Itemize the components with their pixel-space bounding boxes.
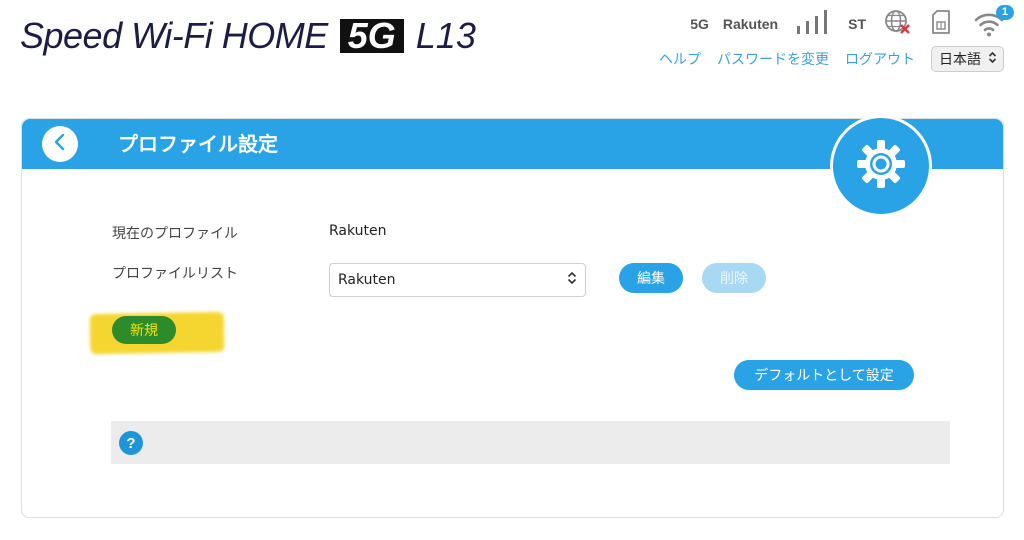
top-links: ヘルプ パスワードを変更 ログアウト 日本語 [659,46,1004,72]
profile-list-selected-value: Rakuten [338,272,396,288]
page-title: プロファイル設定 [118,132,278,156]
set-default-button[interactable]: デフォルトとして設定 [734,360,914,390]
logout-link[interactable]: ログアウト [845,49,915,69]
current-profile-label: 現在のプロファイル [112,226,238,242]
language-select[interactable]: 日本語 [931,46,1004,72]
brand-model: L13 [415,15,476,56]
chevron-updown-icon [567,271,577,289]
chevron-left-icon [53,133,67,155]
language-select-value: 日本語 [939,52,981,68]
gear-icon [855,138,907,194]
help-link[interactable]: ヘルプ [659,49,701,69]
delete-button[interactable]: 削除 [702,263,766,293]
back-button[interactable] [42,126,78,162]
sim-card-icon [932,10,950,38]
wifi-client-count-badge: 1 [995,5,1014,20]
carrier-name: Rakuten [722,16,779,32]
settings-gear-badge [830,115,932,217]
new-profile-button[interactable]: 新規 [112,316,176,344]
help-icon[interactable]: ? [119,431,143,455]
profile-list-label: プロファイルリスト [112,266,238,282]
brand-5g-badge: 5G [339,18,404,54]
profile-list-select[interactable]: Rakuten [329,263,586,297]
network-type: 5G [690,16,709,32]
signal-bars-icon [796,10,830,38]
sim-state: ST [848,16,866,32]
edit-button[interactable]: 編集 [619,263,683,293]
current-profile-value: Rakuten [329,223,387,239]
profile-settings-card: プロファイル設定 現在のプロファイル Rakuten プロファイルリスト Rak… [21,115,1004,518]
globe-disconnected-icon [884,9,912,39]
change-password-link[interactable]: パスワードを変更 [717,49,829,69]
help-bar: ? [111,421,950,464]
brand-logo: Speed Wi-Fi HOME 5G L13 [20,14,476,58]
chevron-updown-icon [988,51,997,67]
wifi-icon[interactable]: 1 [974,5,1014,37]
brand-name: Speed Wi-Fi HOME [20,15,328,56]
status-bar: 5G Rakuten ST 1 [690,5,1014,40]
